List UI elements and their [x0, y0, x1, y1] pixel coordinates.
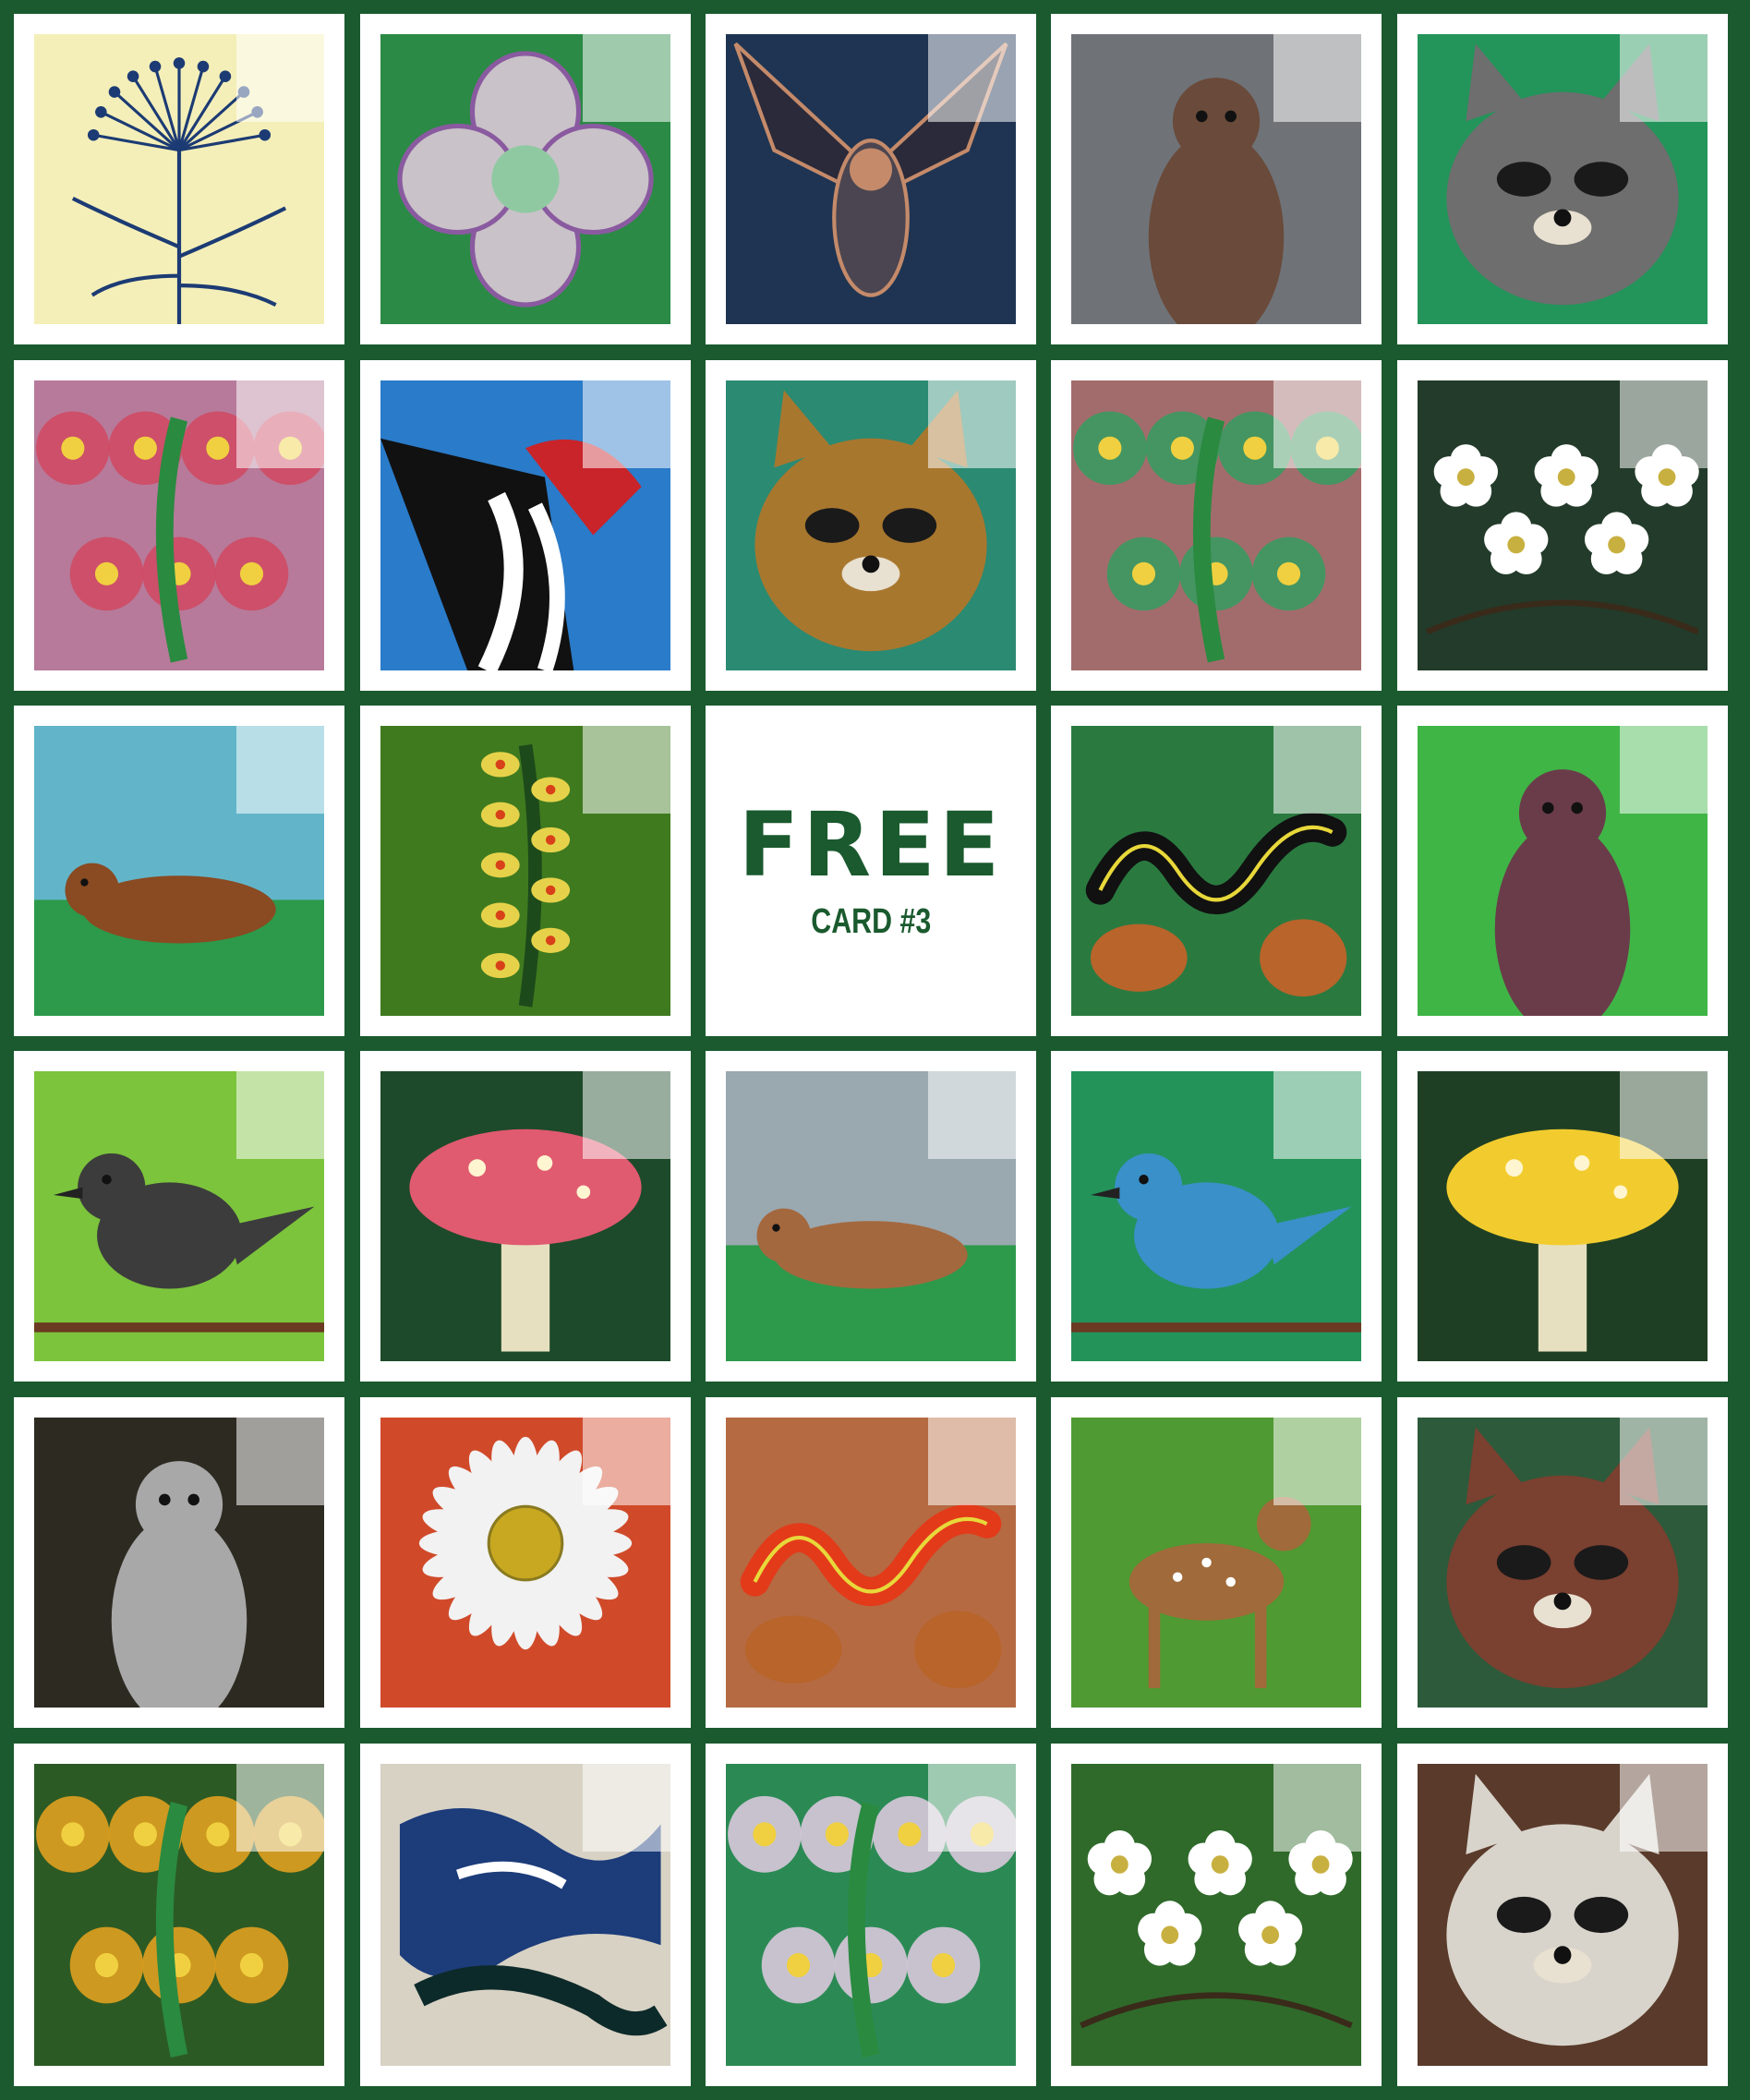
- tile-marker-corner: [1620, 1418, 1708, 1505]
- tile-marker-corner: [928, 380, 1016, 468]
- bingo-tile-garter-snake[interactable]: [1051, 706, 1382, 1036]
- bingo-tile-fox[interactable]: [706, 360, 1036, 691]
- bingo-tile-squirrel[interactable]: [14, 1397, 344, 1728]
- tile-marker-corner: [583, 1418, 670, 1505]
- bingo-tile-catbird[interactable]: [14, 1051, 344, 1382]
- bingo-tile-raccoon[interactable]: [1397, 14, 1728, 344]
- tile-marker-corner: [236, 1418, 324, 1505]
- bingo-tile-dogwood-branch[interactable]: [1397, 360, 1728, 691]
- bingo-tile-white-tailed-deer[interactable]: [1051, 1397, 1382, 1728]
- bingo-tile-goldenrod[interactable]: [360, 706, 691, 1036]
- bingo-tile-red-mushroom[interactable]: [360, 1051, 691, 1382]
- tile-marker-corner: [1273, 380, 1361, 468]
- tile-marker-corner: [236, 34, 324, 122]
- tile-marker-corner: [583, 34, 670, 122]
- bingo-tile-young-raccoon[interactable]: [1397, 1744, 1728, 2086]
- tile-marker-corner: [236, 726, 324, 814]
- bingo-tile-queen-annes-lace[interactable]: [14, 14, 344, 344]
- tile-marker-corner: [1273, 726, 1361, 814]
- bingo-tile-bat[interactable]: [706, 14, 1036, 344]
- free-card-number: CARD #3: [810, 901, 932, 941]
- bingo-tile-fawn[interactable]: [706, 1051, 1036, 1382]
- tile-marker-corner: [583, 1764, 670, 1852]
- bingo-tile-barred-owl[interactable]: [1397, 706, 1728, 1036]
- tile-marker-corner: [1273, 1418, 1361, 1505]
- tile-marker-corner: [1273, 1071, 1361, 1159]
- bingo-tile-buck[interactable]: [1397, 1397, 1728, 1728]
- tile-marker-corner: [1620, 1764, 1708, 1852]
- bingo-tile-daisy[interactable]: [360, 1397, 691, 1728]
- bingo-tile-red-eft[interactable]: [706, 1397, 1036, 1728]
- tile-marker-corner: [1620, 34, 1708, 122]
- tile-marker-corner: [928, 34, 1016, 122]
- tile-marker-corner: [236, 1764, 324, 1852]
- bingo-tile-trillium-bloom[interactable]: [14, 360, 344, 691]
- tile-marker-corner: [928, 1764, 1016, 1852]
- tile-marker-corner: [928, 1418, 1016, 1505]
- tile-marker-corner: [1620, 380, 1708, 468]
- tile-marker-corner: [1620, 1071, 1708, 1159]
- bingo-tile-yellow-mushroom[interactable]: [1397, 1051, 1728, 1382]
- bingo-tile-blue-jay[interactable]: [360, 1744, 691, 2086]
- bingo-tile-dogwood-flower[interactable]: [360, 14, 691, 344]
- bingo-tile-hepatica[interactable]: [706, 1744, 1036, 2086]
- free-space-cell[interactable]: FREE CARD #3: [706, 706, 1036, 1036]
- bingo-tile-otter[interactable]: [1051, 14, 1382, 344]
- tile-marker-corner: [236, 380, 324, 468]
- bingo-board: FREE CARD #3: [0, 0, 1750, 2100]
- bingo-tile-marsh-marigold[interactable]: [14, 1744, 344, 2086]
- free-space: FREE CARD #3: [706, 706, 1036, 1036]
- tile-marker-corner: [928, 1071, 1016, 1159]
- bingo-tile-bluebird[interactable]: [1051, 1051, 1382, 1382]
- tile-marker-corner: [1273, 1764, 1361, 1852]
- bingo-tile-pileated-woodpecker[interactable]: [360, 360, 691, 691]
- tile-marker-corner: [236, 1071, 324, 1159]
- tile-marker-corner: [583, 726, 670, 814]
- tile-marker-corner: [1273, 34, 1361, 122]
- bingo-tile-blackberry-flowers[interactable]: [1051, 1744, 1382, 2086]
- tile-marker-corner: [1620, 726, 1708, 814]
- bingo-tile-groundhog[interactable]: [14, 706, 344, 1036]
- bingo-tile-wild-rose[interactable]: [1051, 360, 1382, 691]
- tile-marker-corner: [583, 380, 670, 468]
- free-title: FREE: [738, 792, 1004, 897]
- tile-marker-corner: [583, 1071, 670, 1159]
